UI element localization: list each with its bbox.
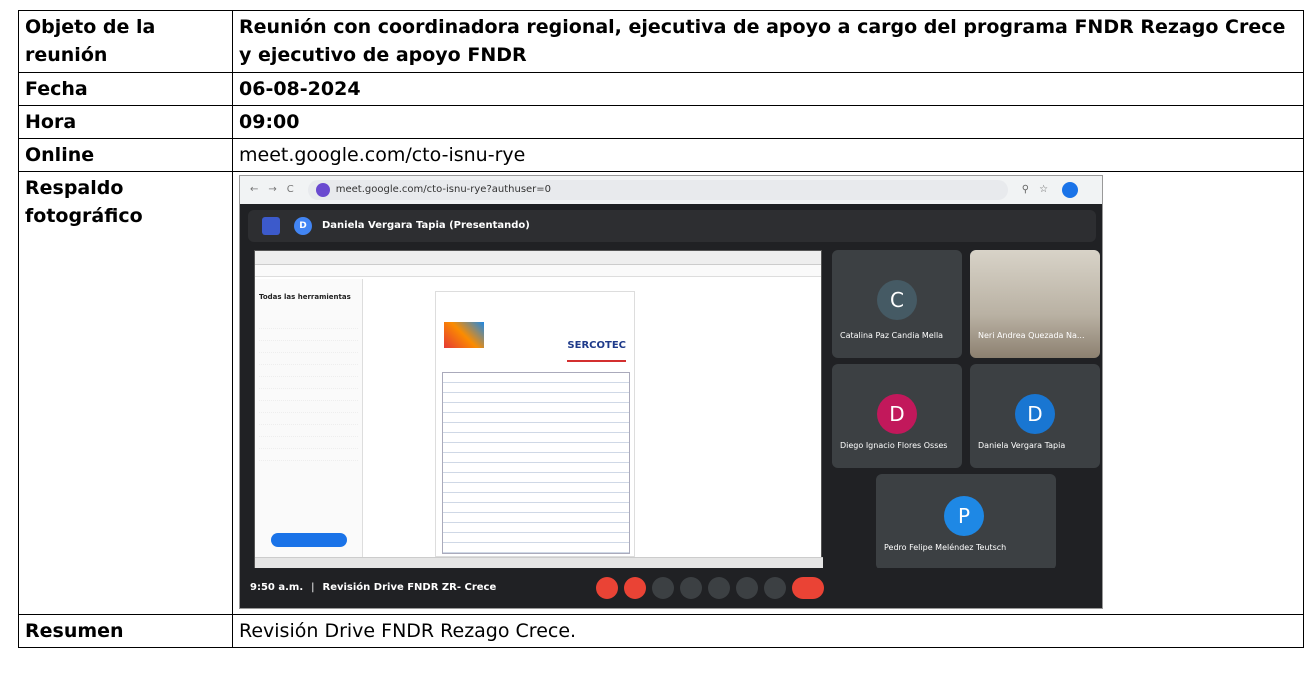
- gobierno-logo-icon: [444, 322, 484, 348]
- meeting-record-table: Objeto de la reunión Reunión con coordin…: [18, 10, 1304, 648]
- tools-sidebar: Todas las herramientas: [255, 279, 363, 559]
- present-icon: [708, 577, 731, 599]
- address-url: meet.google.com/cto-isnu-rye?authuser=0: [335, 184, 552, 195]
- name-catalina: Catalina Paz Candia Mella: [840, 331, 944, 340]
- name-diego: Diego Ignacio Flores Osses: [840, 441, 948, 450]
- raise-hand-icon: [736, 577, 759, 599]
- value-resumen: Revisión Drive FNDR Rezago Crece.: [232, 614, 1304, 648]
- meet-logo-icon: [262, 217, 280, 235]
- label-hora: Hora: [18, 105, 233, 139]
- value-fecha: 06-08-2024: [232, 72, 1304, 106]
- presenter-label: Daniela Vergara Tapia (Presentando): [322, 220, 530, 231]
- zoom-star-icon: ⚲☆: [1021, 184, 1059, 195]
- browser-toolbar: ←→C meet.google.com/cto-isnu-rye?authuse…: [240, 176, 1102, 204]
- shared-tabbar: [255, 251, 821, 265]
- pdf-page: SERCOTEC: [435, 291, 635, 557]
- camera-off-icon: [624, 577, 647, 599]
- meeting-title: Revisión Drive FNDR ZR- Crece: [322, 582, 497, 593]
- label-respaldo: Respaldo fotográfico: [18, 171, 233, 615]
- tile-diego: D Diego Ignacio Flores Osses: [832, 364, 962, 468]
- name-neri: Neri Andrea Quezada Na...: [978, 331, 1085, 340]
- site-icon: [315, 183, 330, 197]
- emoji-icon: [680, 577, 703, 599]
- row-fecha: Fecha 06-08-2024: [18, 72, 1304, 106]
- nav-arrows-icon: ←→C: [250, 184, 304, 195]
- label-online: Online: [18, 138, 233, 172]
- tile-daniela: D Daniela Vergara Tapia: [970, 364, 1100, 468]
- label-resumen: Resumen: [18, 614, 233, 648]
- shared-toolbar: [255, 265, 821, 277]
- avatar-catalina: C: [877, 280, 917, 320]
- meeting-photo: ←→C meet.google.com/cto-isnu-rye?authuse…: [239, 175, 1103, 609]
- row-respaldo: Respaldo fotográfico ←→C meet.google.com…: [18, 171, 1304, 615]
- name-daniela: Daniela Vergara Tapia: [978, 441, 1066, 450]
- photo-cell: ←→C meet.google.com/cto-isnu-rye?authuse…: [232, 171, 1304, 615]
- meet-header: D Daniela Vergara Tapia (Presentando): [248, 210, 1096, 242]
- tile-catalina: C Catalina Paz Candia Mella: [832, 250, 962, 358]
- profile-icon: [1062, 182, 1079, 198]
- label-fecha: Fecha: [18, 72, 233, 106]
- avatar-pedro: P: [944, 496, 984, 536]
- value-online: meet.google.com/cto-isnu-rye: [232, 138, 1304, 172]
- shared-screen: Todas las herramientas SERCOTEC: [254, 250, 823, 576]
- more-options-icon: [764, 577, 787, 599]
- address-bar: meet.google.com/cto-isnu-rye?authuser=0: [307, 180, 1008, 200]
- sidebar-title: Todas las herramientas: [259, 293, 351, 301]
- pdf-data-table: [442, 372, 630, 554]
- presenter-avatar: D: [294, 217, 312, 235]
- tile-pedro: P Pedro Felipe Meléndez Teutsch: [876, 474, 1056, 570]
- meeting-time: 9:50 a.m.: [250, 582, 304, 593]
- value-hora: 09:00: [232, 105, 1304, 139]
- end-call-icon: [792, 577, 825, 599]
- label-objeto: Objeto de la reunión: [18, 10, 233, 73]
- sercotec-logo: SERCOTEC: [567, 332, 626, 362]
- avatar-daniela: D: [1015, 394, 1055, 434]
- row-online: Online meet.google.com/cto-isnu-rye: [18, 138, 1304, 172]
- meet-controls: 9:50 a.m. | Revisión Drive FNDR ZR- Crec…: [240, 568, 1102, 608]
- captions-icon: [652, 577, 675, 599]
- row-objeto: Objeto de la reunión Reunión con coordin…: [18, 10, 1304, 73]
- name-pedro: Pedro Felipe Meléndez Teutsch: [884, 543, 1007, 552]
- mic-off-icon: [596, 577, 619, 599]
- tile-neri: Neri Andrea Quezada Na...: [970, 250, 1100, 358]
- value-objeto: Reunión con coordinadora regional, ejecu…: [232, 10, 1304, 73]
- row-resumen: Resumen Revisión Drive FNDR Rezago Crece…: [18, 614, 1304, 648]
- avatar-diego: D: [877, 394, 917, 434]
- trial-button: [271, 533, 347, 547]
- row-hora: Hora 09:00: [18, 105, 1304, 139]
